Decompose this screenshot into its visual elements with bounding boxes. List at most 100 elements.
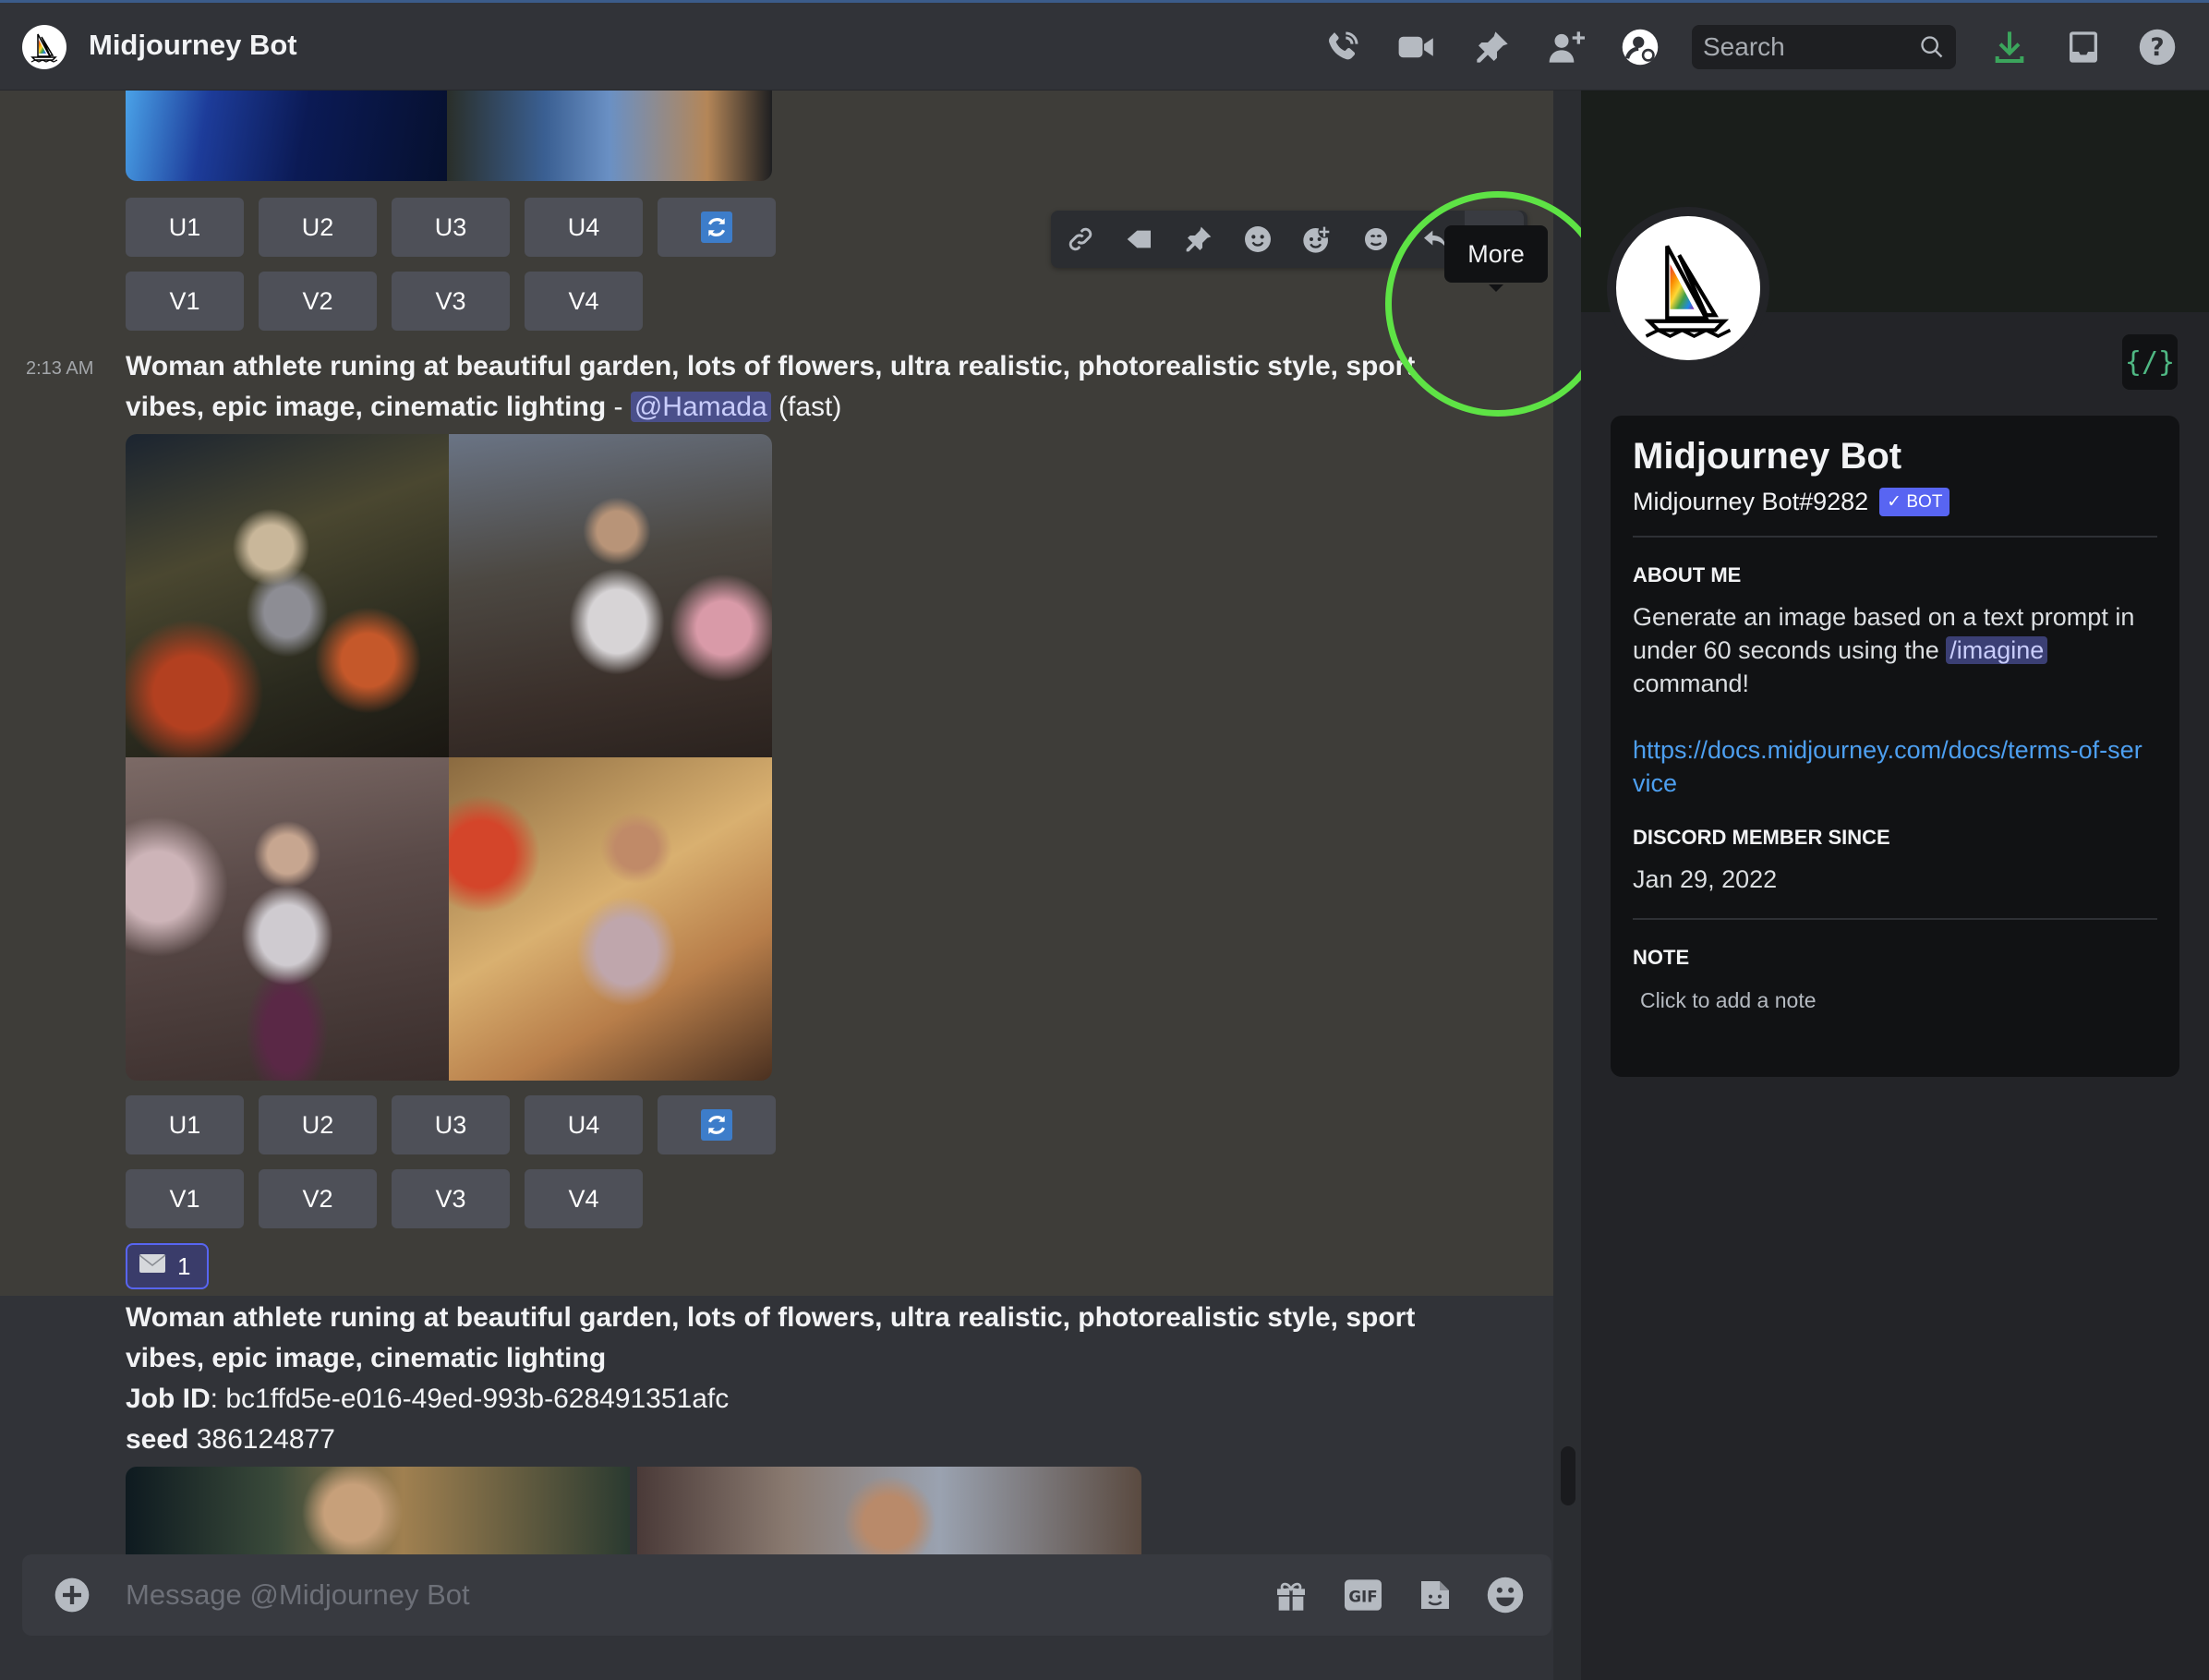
search-input[interactable] <box>1703 30 1906 64</box>
active-developer-badge[interactable]: {/} <box>2122 334 2178 390</box>
variation-4-button[interactable]: V4 <box>525 272 643 331</box>
image-tile[interactable] <box>447 91 772 181</box>
reaction-count: 1 <box>177 1251 191 1280</box>
voice-call-icon[interactable] <box>1322 27 1363 67</box>
search-icon <box>1919 34 1945 65</box>
seed-label: seed <box>126 1424 189 1455</box>
upscale-2-button[interactable]: U2 <box>259 198 377 257</box>
image-tile[interactable] <box>126 91 447 181</box>
reaction-envelope[interactable]: 1 <box>126 1243 209 1289</box>
job-id-line: Job ID: bc1ffd5e-e016-49ed-993b-62849135… <box>126 1384 729 1415</box>
prompt-separator: - <box>606 392 631 422</box>
highlight-annotation-circle <box>1385 191 1611 417</box>
about-me-heading: ABOUT ME <box>1633 563 1742 586</box>
upscale-button-row: U1 U2 U3 U4 <box>126 1095 776 1154</box>
attach-plus-icon[interactable] <box>54 1577 91 1618</box>
about-text-post: command! <box>1633 670 1750 697</box>
super-reaction-icon[interactable] <box>1287 211 1346 268</box>
user-mention[interactable]: @Hamada <box>630 392 771 422</box>
upscale-1-button[interactable]: U1 <box>126 198 244 257</box>
note-heading: NOTE <box>1633 946 1690 969</box>
image-tile[interactable] <box>126 1467 630 1559</box>
prompt-line-1: Woman athlete runing at beautiful garden… <box>126 351 1416 381</box>
add-reaction-icon[interactable] <box>1228 211 1287 268</box>
image-tile-2[interactable] <box>449 434 772 757</box>
profile-avatar[interactable] <box>1616 216 1760 360</box>
imagine-command[interactable]: /imagine <box>1946 636 2048 664</box>
video-call-icon[interactable] <box>1396 27 1437 67</box>
divider <box>1633 918 2157 920</box>
variation-2-button[interactable]: V2 <box>259 1169 377 1228</box>
seed-value: 386124877 <box>188 1424 335 1455</box>
top-bar: Midjourney Bot ? <box>0 0 2209 91</box>
job-id-label: Job ID <box>126 1384 211 1414</box>
message-timestamp: 2:13 AM <box>26 358 94 379</box>
variation-button-row: V1 V2 V3 V4 <box>126 272 643 331</box>
reroll-button[interactable] <box>658 198 776 257</box>
next-image-row[interactable] <box>126 1467 1141 1559</box>
add-friend-icon[interactable] <box>1546 27 1587 67</box>
about-text-pre: Generate an image based on a text prompt… <box>1633 603 2135 664</box>
variation-button-row: V1 V2 V3 V4 <box>126 1169 643 1228</box>
variation-1-button[interactable]: V1 <box>126 272 244 331</box>
gift-icon[interactable] <box>1271 1575 1311 1615</box>
mark-unread-icon[interactable] <box>1110 211 1169 268</box>
help-icon[interactable]: ? <box>2137 27 2178 67</box>
upscale-2-button[interactable]: U2 <box>259 1095 377 1154</box>
pinned-messages-icon[interactable] <box>1472 27 1513 67</box>
previous-image-grid[interactable] <box>126 91 772 181</box>
download-icon[interactable] <box>1989 27 2030 67</box>
sailboat-logo-icon <box>30 33 58 63</box>
variation-1-button[interactable]: V1 <box>126 1169 244 1228</box>
generation-mode: (fast) <box>779 392 842 422</box>
upscale-3-button[interactable]: U3 <box>392 1095 510 1154</box>
image-grid[interactable] <box>126 434 772 1081</box>
prompt-line-2-text: vibes, epic image, cinematic lighting <box>126 392 607 422</box>
image-tile-1[interactable] <box>126 434 449 757</box>
upscale-3-button[interactable]: U3 <box>392 198 510 257</box>
member-since-heading: DISCORD MEMBER SINCE <box>1633 826 1890 849</box>
upscale-4-button[interactable]: U4 <box>525 1095 643 1154</box>
variation-4-button[interactable]: V4 <box>525 1169 643 1228</box>
image-tile[interactable] <box>637 1467 1141 1559</box>
reroll-button[interactable] <box>658 1095 776 1154</box>
terms-of-service-link[interactable]: https://docs.midjourney.com/docs/terms-o… <box>1633 733 2150 800</box>
svg-text:?: ? <box>2150 34 2164 62</box>
emoji-icon[interactable] <box>1485 1575 1526 1615</box>
seed-line: seed 386124877 <box>126 1424 335 1456</box>
variation-3-button[interactable]: V3 <box>392 1169 510 1228</box>
about-me-text: Generate an image based on a text prompt… <box>1633 600 2150 700</box>
channel-title: Midjourney Bot <box>89 29 297 61</box>
upscale-1-button[interactable]: U1 <box>126 1095 244 1154</box>
profile-username: Midjourney Bot#9282 ✓ BOT <box>1633 488 1950 516</box>
image-tile-3[interactable] <box>126 757 449 1081</box>
variation-3-button[interactable]: V3 <box>392 272 510 331</box>
copy-link-icon[interactable] <box>1051 211 1110 268</box>
prompt-line-2: vibes, epic image, cinematic lighting - … <box>126 392 841 423</box>
bot-avatar-small[interactable] <box>22 25 66 69</box>
gif-icon[interactable]: GIF <box>1343 1575 1383 1615</box>
upscale-4-button[interactable]: U4 <box>525 198 643 257</box>
chat-scrollbar-thumb[interactable] <box>1561 1446 1575 1505</box>
user-profile-icon[interactable] <box>1620 27 1660 67</box>
next-prompt-line-2: vibes, epic image, cinematic lighting <box>126 1343 607 1373</box>
chat-area: U1 U2 U3 U4 V1 V2 V3 V4 2:13 AM Woman at… <box>0 91 1553 1680</box>
variation-2-button[interactable]: V2 <box>259 272 377 331</box>
search-box[interactable] <box>1692 25 1956 69</box>
divider <box>1633 536 2157 538</box>
sailboat-logo-icon <box>1644 245 1732 338</box>
inbox-icon[interactable] <box>2063 27 2104 67</box>
note-input[interactable]: Click to add a note <box>1640 988 1817 1013</box>
reroll-icon <box>701 1109 732 1141</box>
image-tile-4[interactable] <box>449 757 772 1081</box>
pin-icon[interactable] <box>1169 211 1228 268</box>
profile-display-name: Midjourney Bot <box>1633 436 1902 477</box>
upscale-button-row: U1 U2 U3 U4 <box>126 198 776 257</box>
sticker-icon[interactable] <box>1415 1575 1455 1615</box>
message-composer: GIF <box>22 1554 1551 1636</box>
svg-text:GIF: GIF <box>1348 1589 1377 1606</box>
user-profile-panel: {/} Midjourney Bot Midjourney Bot#9282 ✓… <box>1581 91 2209 1680</box>
profile-card: Midjourney Bot Midjourney Bot#9282 ✓ BOT… <box>1611 416 2179 1077</box>
next-prompt-line-1: Woman athlete runing at beautiful garden… <box>126 1302 1416 1333</box>
message-input[interactable] <box>126 1573 1234 1617</box>
